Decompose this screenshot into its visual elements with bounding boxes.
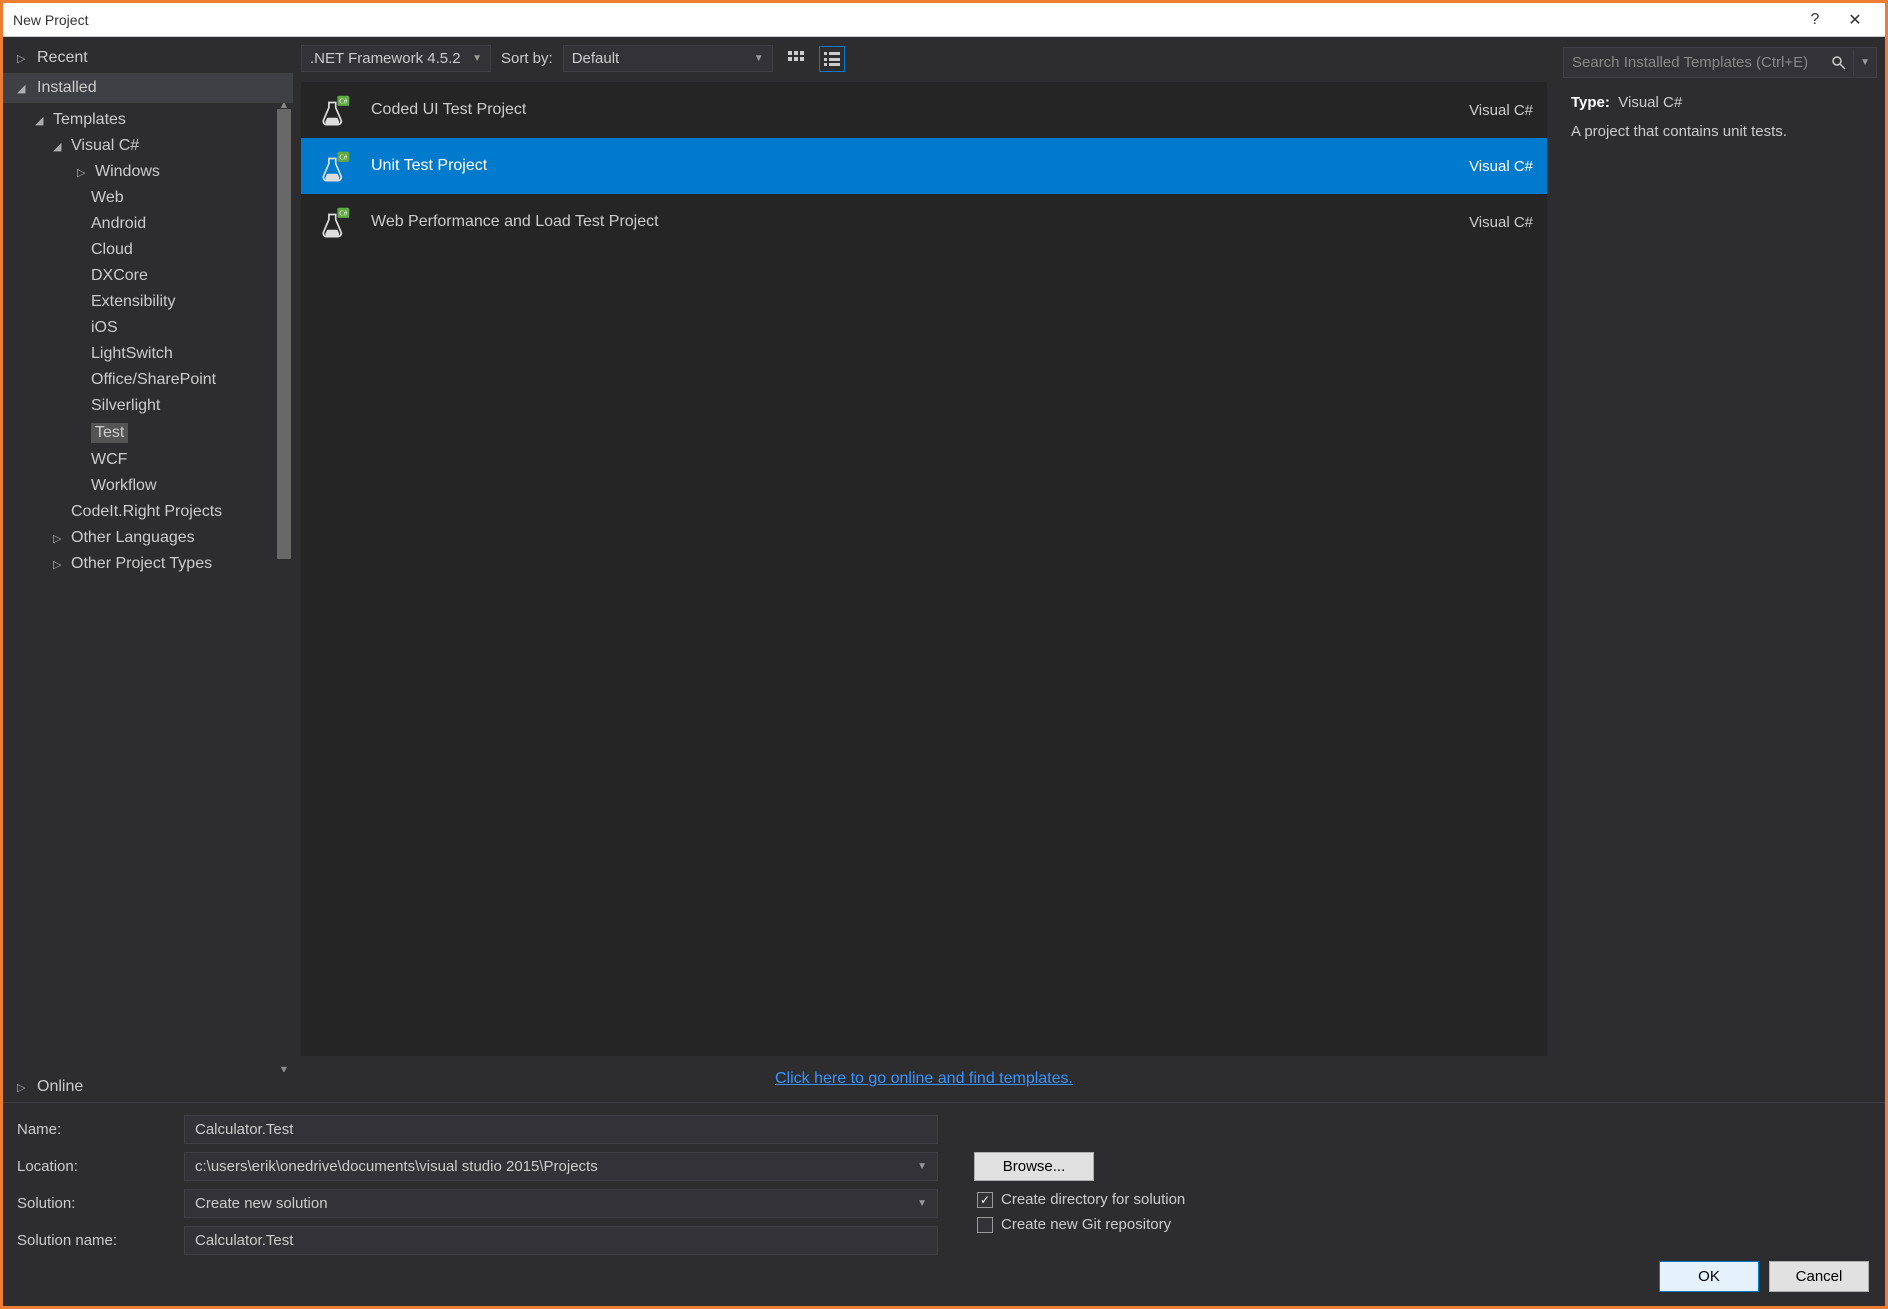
tree-category[interactable]: ▷Other Project Types bbox=[17, 551, 293, 577]
caret-down-icon: ▼ bbox=[917, 1161, 927, 1172]
tree-category[interactable]: Extensibility bbox=[17, 289, 293, 315]
solution-name-label: Solution name: bbox=[17, 1232, 172, 1249]
tree-category[interactable]: ▷Other Languages bbox=[17, 525, 293, 551]
sidebar-recent[interactable]: ▷ Recent bbox=[3, 43, 293, 73]
tree-category[interactable]: Office/SharePoint bbox=[17, 367, 293, 393]
svg-text:C#: C# bbox=[339, 154, 348, 161]
template-name: Web Performance and Load Test Project bbox=[371, 213, 1405, 231]
location-label: Location: bbox=[17, 1158, 172, 1175]
sidebar: ▷ Recent ◢ Installed ◢ Templates ◢ bbox=[3, 37, 293, 1102]
caret-down-icon: ▼ bbox=[917, 1198, 927, 1209]
chevron-right-icon: ▷ bbox=[17, 1081, 31, 1094]
type-value: Visual C# bbox=[1618, 94, 1682, 111]
test-project-icon: C# bbox=[315, 204, 353, 240]
close-button[interactable]: ✕ bbox=[1835, 10, 1875, 30]
tree-category[interactable]: CodeIt.Right Projects bbox=[17, 499, 293, 525]
test-project-icon: C# bbox=[315, 92, 353, 128]
solution-name-input[interactable] bbox=[184, 1226, 938, 1255]
bottom-form: Name: Location: c:\users\erik\onedrive\d… bbox=[3, 1102, 1885, 1306]
caret-down-icon: ▼ bbox=[754, 53, 764, 64]
chevron-right-icon: ▷ bbox=[17, 52, 31, 65]
solution-label: Solution: bbox=[17, 1195, 172, 1212]
tree-category[interactable]: Android bbox=[17, 211, 293, 237]
tree-category[interactable]: Web bbox=[17, 185, 293, 211]
checkbox-unchecked-icon bbox=[977, 1217, 993, 1233]
online-link-row: Click here to go online and find templat… bbox=[293, 1056, 1555, 1102]
caret-down-icon: ▼ bbox=[472, 53, 482, 64]
name-input[interactable] bbox=[184, 1115, 938, 1144]
tree-visual-csharp[interactable]: ◢ Visual C# bbox=[17, 133, 293, 159]
title-bar: New Project ? ✕ bbox=[3, 3, 1885, 37]
tree-templates[interactable]: ◢ Templates bbox=[17, 107, 293, 133]
sort-dropdown[interactable]: Default ▼ bbox=[563, 45, 773, 72]
sidebar-recent-label: Recent bbox=[37, 49, 88, 67]
template-list: C# Coded UI Test Project Visual C# C# Unit T… bbox=[301, 82, 1547, 1056]
chevron-right-icon: ▷ bbox=[53, 558, 67, 571]
type-label: Type: bbox=[1571, 94, 1610, 111]
template-row[interactable]: C# Web Performance and Load Test Project V… bbox=[301, 194, 1547, 250]
chevron-down-icon: ◢ bbox=[17, 82, 31, 95]
window-title: New Project bbox=[13, 12, 1795, 28]
sidebar-installed-label: Installed bbox=[37, 79, 97, 97]
chevron-right-icon: ▷ bbox=[77, 166, 91, 179]
cancel-button[interactable]: Cancel bbox=[1769, 1261, 1869, 1292]
ok-button[interactable]: OK bbox=[1659, 1261, 1759, 1292]
sidebar-installed[interactable]: ◢ Installed bbox=[3, 73, 293, 103]
name-label: Name: bbox=[17, 1121, 172, 1138]
template-name: Unit Test Project bbox=[371, 157, 1405, 175]
chevron-right-icon: ▷ bbox=[53, 532, 67, 545]
toolbar: .NET Framework 4.5.2 ▼ Sort by: Default … bbox=[293, 45, 1555, 82]
tree-category[interactable]: Silverlight bbox=[17, 393, 293, 419]
location-input[interactable]: c:\users\erik\onedrive\documents\visual … bbox=[184, 1152, 938, 1181]
svg-text:C#: C# bbox=[339, 210, 348, 217]
search-input[interactable] bbox=[1564, 48, 1825, 77]
view-icons-button[interactable] bbox=[783, 46, 809, 72]
search-icon[interactable] bbox=[1825, 50, 1854, 76]
tree-category[interactable]: Cloud bbox=[17, 237, 293, 263]
svg-text:C#: C# bbox=[339, 98, 348, 105]
create-git-checkbox[interactable]: Create new Git repository bbox=[977, 1212, 1871, 1237]
template-name: Coded UI Test Project bbox=[371, 101, 1405, 119]
test-project-icon: C# bbox=[315, 148, 353, 184]
search-menu-button[interactable]: ▼ bbox=[1854, 57, 1876, 68]
solution-dropdown[interactable]: Create new solution ▼ bbox=[184, 1189, 938, 1218]
browse-button[interactable]: Browse... bbox=[974, 1152, 1094, 1181]
center-panel: .NET Framework 4.5.2 ▼ Sort by: Default … bbox=[293, 37, 1555, 1102]
online-templates-link[interactable]: Click here to go online and find templat… bbox=[775, 1070, 1073, 1087]
tree-category[interactable]: Workflow bbox=[17, 473, 293, 499]
view-list-button[interactable] bbox=[819, 46, 845, 72]
chevron-down-icon: ◢ bbox=[53, 140, 67, 153]
scrollbar-thumb[interactable] bbox=[277, 109, 291, 559]
tree-category[interactable]: WCF bbox=[17, 447, 293, 473]
details-panel: ▼ Type: Visual C# A project that contain… bbox=[1555, 37, 1885, 1102]
tree-category[interactable]: DXCore bbox=[17, 263, 293, 289]
chevron-down-icon: ◢ bbox=[35, 114, 49, 127]
help-button[interactable]: ? bbox=[1795, 11, 1835, 29]
tree-category[interactable]: ▷Windows bbox=[17, 159, 293, 185]
tree-category[interactable]: iOS bbox=[17, 315, 293, 341]
new-project-dialog: New Project ? ✕ ▷ Recent ◢ Installed ◢ bbox=[2, 2, 1886, 1307]
template-row[interactable]: C# Coded UI Test Project Visual C# bbox=[301, 82, 1547, 138]
template-language: Visual C# bbox=[1423, 158, 1533, 175]
scroll-down-icon[interactable]: ▼ bbox=[277, 1064, 291, 1072]
search-bar: ▼ bbox=[1563, 47, 1877, 78]
framework-dropdown[interactable]: .NET Framework 4.5.2 ▼ bbox=[301, 45, 491, 72]
template-description: A project that contains unit tests. bbox=[1571, 123, 1869, 140]
template-tree: ◢ Templates ◢ Visual C# ▷WindowsWebAndro… bbox=[3, 103, 293, 1072]
template-language: Visual C# bbox=[1423, 102, 1533, 119]
sidebar-online-label: Online bbox=[37, 1078, 83, 1096]
template-row[interactable]: C# Unit Test Project Visual C# bbox=[301, 138, 1547, 194]
checkbox-checked-icon: ✓ bbox=[977, 1192, 993, 1208]
template-language: Visual C# bbox=[1423, 214, 1533, 231]
create-directory-checkbox[interactable]: ✓ Create directory for solution bbox=[977, 1187, 1871, 1212]
sidebar-online[interactable]: ▷ Online bbox=[3, 1072, 293, 1102]
sort-by-label: Sort by: bbox=[501, 50, 553, 67]
tree-category[interactable]: Test bbox=[17, 419, 293, 447]
tree-category[interactable]: LightSwitch bbox=[17, 341, 293, 367]
